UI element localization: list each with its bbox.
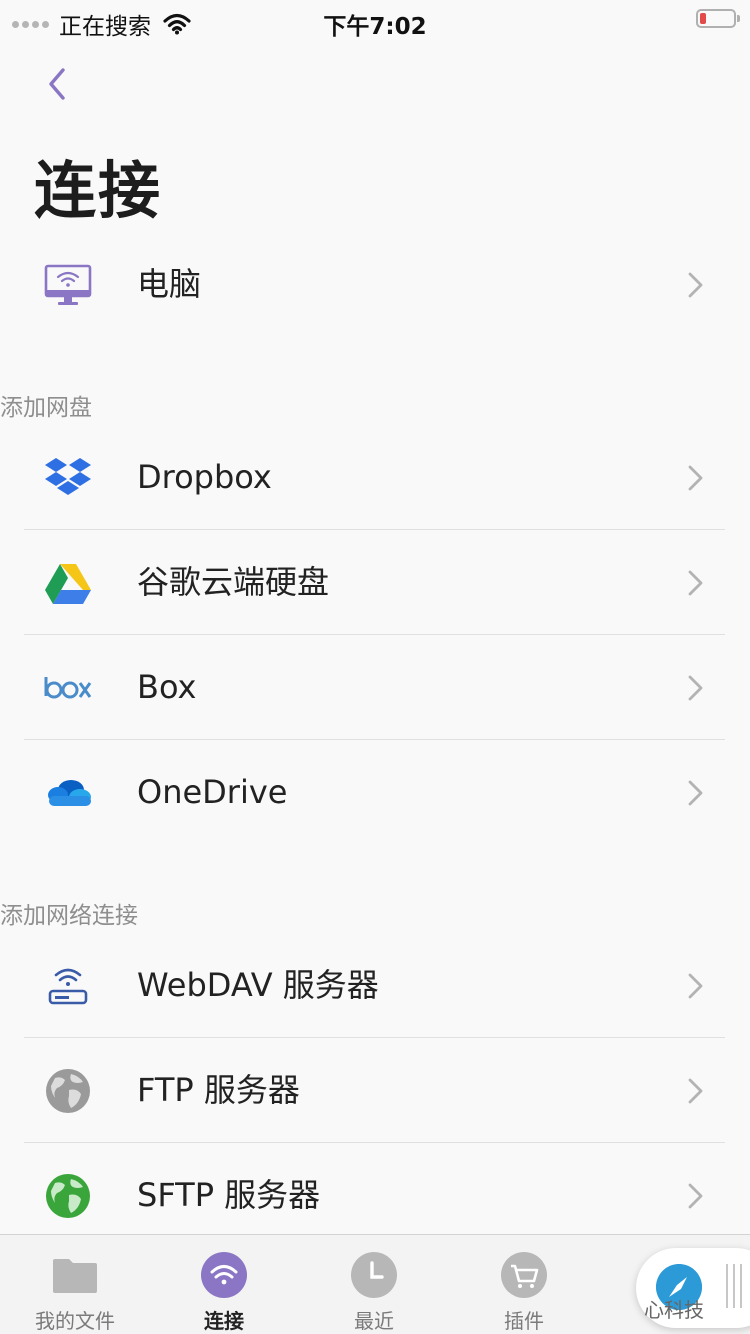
row-ftp[interactable]: FTP 服务器: [0, 1038, 750, 1142]
tab-label: 最近: [354, 1309, 394, 1333]
tab-my-files[interactable]: 我的文件: [0, 1235, 150, 1334]
chevron-right-icon: [688, 272, 703, 298]
computer-icon: [44, 264, 92, 305]
section-header-network: 添加网络连接: [0, 903, 138, 929]
watermark-text: 心科技: [644, 1298, 704, 1322]
clock-icon: [351, 1252, 397, 1298]
connections-screen: 正在搜索 下午7:02 连接 电脑 添加网盘 Dropbox 谷歌云端硬盘 Bo…: [0, 0, 750, 1334]
tab-recent[interactable]: 最近: [299, 1235, 449, 1334]
dropbox-icon: [45, 458, 91, 495]
onedrive-icon: [48, 780, 91, 806]
chevron-right-icon: [688, 675, 703, 701]
row-google-drive[interactable]: 谷歌云端硬盘: [0, 530, 750, 634]
row-label: WebDAV 服务器: [137, 966, 379, 1004]
section-header-cloud: 添加网盘: [0, 395, 92, 421]
drag-handle-icon: [726, 1264, 742, 1308]
row-label: 电脑: [137, 265, 202, 303]
battery-icon: [696, 9, 740, 28]
chevron-right-icon: [688, 1183, 703, 1209]
tab-label: 连接: [204, 1309, 244, 1333]
back-chevron-icon[interactable]: [40, 62, 76, 106]
google-drive-icon: [45, 564, 91, 604]
globe-green-icon: [46, 1174, 90, 1218]
row-sftp[interactable]: SFTP 服务器: [0, 1143, 750, 1247]
cart-icon: [501, 1252, 547, 1298]
row-label: FTP 服务器: [137, 1071, 300, 1109]
chevron-right-icon: [688, 570, 703, 596]
row-onedrive[interactable]: OneDrive: [0, 740, 750, 844]
row-label: Box: [137, 668, 197, 706]
wifi-icon: [201, 1252, 247, 1298]
row-dropbox[interactable]: Dropbox: [0, 425, 750, 529]
row-label: SFTP 服务器: [137, 1176, 321, 1214]
row-box[interactable]: Box: [0, 635, 750, 739]
row-label: 谷歌云端硬盘: [137, 563, 330, 601]
chevron-right-icon: [688, 1078, 703, 1104]
status-time: 下午7:02: [323, 14, 427, 40]
chevron-right-icon: [688, 973, 703, 999]
tab-label: 我的文件: [35, 1309, 115, 1333]
chevron-right-icon: [688, 780, 703, 806]
folder-icon: [53, 1259, 97, 1293]
tab-label: 插件: [504, 1309, 544, 1333]
tab-plugins[interactable]: 插件: [449, 1235, 599, 1334]
box-icon: [44, 677, 92, 699]
tab-connect[interactable]: 连接: [149, 1235, 299, 1334]
globe-gray-icon: [46, 1069, 90, 1113]
row-label: Dropbox: [137, 458, 272, 496]
chevron-right-icon: [688, 465, 703, 491]
row-label: OneDrive: [137, 773, 288, 811]
row-webdav[interactable]: WebDAV 服务器: [0, 933, 750, 1037]
webdav-router-icon: [48, 968, 88, 1005]
row-computer[interactable]: 电脑: [0, 232, 750, 336]
page-title: 连接: [34, 154, 163, 227]
status-bar: 正在搜索 下午7:02: [0, 0, 750, 40]
